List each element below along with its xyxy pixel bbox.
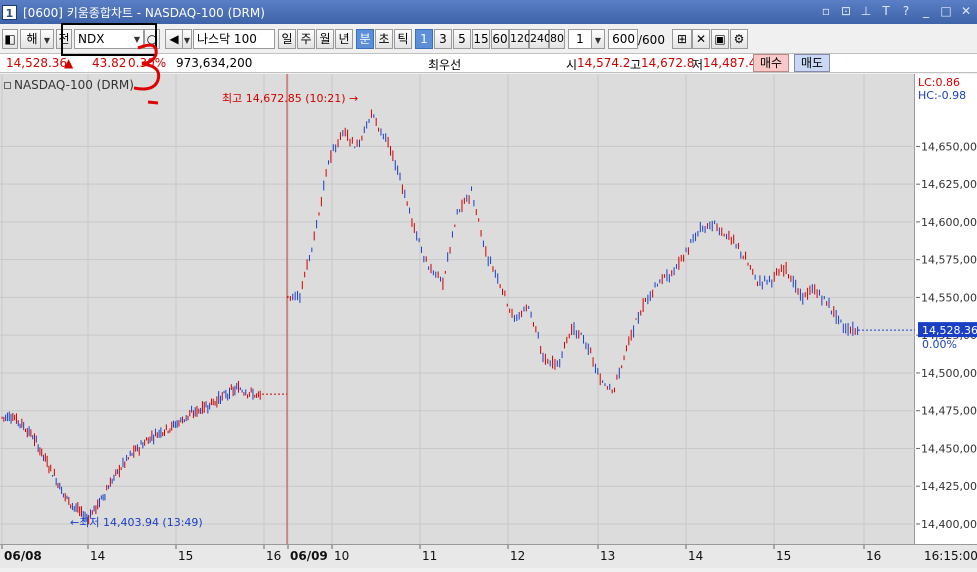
settings-icon[interactable]: ⚙ [730,29,748,49]
interval-240[interactable]: 240 [529,29,551,49]
x-axis: 06/08 14 15 16 06/09 10 11 12 13 14 15 16 16:15:00 [0,544,977,568]
open-label: 시 [566,58,578,72]
maximize-icon[interactable]: □ [939,3,953,19]
interval-1[interactable]: 1 [415,29,433,49]
sell-button[interactable]: 매도 [794,54,830,72]
max-annotation: 최고 14,672.85 (10:21) → [222,92,358,105]
chart-title: NASDAQ-100 (DRM) [4,78,134,92]
low-label: 저 [692,58,704,72]
interval-80[interactable]: 80 [549,29,565,49]
save-icon[interactable]: ▣ [711,29,729,49]
y-tick-label: 14,575,00 [921,254,977,267]
window-title: [0600] 키움종합차트 - NASDAQ-100 (DRM) [23,5,265,20]
lc-label: LC:0.86 [918,76,960,89]
symbol-name-field: 나스닥 100 [193,29,275,49]
open-value: 14,574.2 [577,56,631,70]
period-year[interactable]: 년 [335,29,353,49]
close-icon[interactable]: ✕ [959,3,973,19]
x-tick-label: 15 [178,549,193,563]
x-tick-label: 15 [776,549,791,563]
count-input[interactable]: 600 [608,29,638,49]
interval-15[interactable]: 15 [472,29,490,49]
period-month[interactable]: 월 [316,29,334,49]
y-tick-label: 14,425,00 [921,480,977,493]
y-tick-label: 14,550,00 [921,291,977,304]
chart-area: 최고 14,672.85 (10:21) → ←최저 14,403.94 (13:… [0,74,977,568]
interval-5[interactable]: 5 [453,29,471,49]
x-tick-label: 14 [688,549,703,563]
layout-icon[interactable]: ◧ [2,29,18,49]
x-axis-svg: 06/08 14 15 16 06/09 10 11 12 13 14 15 16 16:15:00 [1,545,977,563]
y-axis: 14,650,00 14,625,00 14,600,00 14,575,00 14,5… [916,74,977,544]
x-tick-label: 14 [90,549,105,563]
x-tick-label: 06/08 [4,549,42,563]
best-label: 최우선 [428,58,462,72]
pin-icon[interactable]: ⊥ [859,3,873,19]
change-amount: 43.82 [92,56,127,70]
chart-type-icon[interactable]: ⊞ [672,29,692,49]
change-arrow: ▲ [64,56,74,70]
text-icon[interactable]: T [879,3,893,19]
high-label: 고 [630,58,642,72]
volume: 973,634,200 [176,56,253,70]
y-tick-label: 14,475,00 [921,405,977,418]
interval-120[interactable]: 120 [509,29,531,49]
period-day[interactable]: 일 [278,29,296,49]
speaker-dropdown-icon[interactable]: ▼ [182,29,192,49]
y-axis-svg: 14,650,00 14,625,00 14,600,00 14,575,00 14,5… [916,76,977,531]
current-pct-label: 0.00% [922,338,957,351]
low-value: 14,487.4 [703,56,757,70]
link-icon[interactable]: ⊡ [839,3,853,19]
period-week[interactable]: 주 [297,29,315,49]
interval-dropdown-icon[interactable]: ▼ [591,29,605,49]
period-tick[interactable]: 틱 [394,29,412,49]
all-toggle[interactable]: 전 [56,29,72,49]
y-tick-label: 14,500,00 [921,367,977,380]
x-tick-label: 06/09 [290,549,328,563]
y-tick-label: 14,625,00 [921,178,977,191]
y-tick-label: 14,600,00 [921,216,977,229]
plot-area[interactable]: 최고 14,672.85 (10:21) → ←최저 14,403.94 (13:… [0,74,915,544]
x-tick-label-time: 16:15:00 [924,549,977,563]
y-tick-label: 14,450,00 [921,442,977,455]
help-icon[interactable]: ? [899,3,913,19]
minimize-icon[interactable]: _ [919,3,933,19]
buy-button[interactable]: 매수 [753,54,789,72]
x-tick-label: 16 [266,549,281,563]
current-price: 14,528.36 [6,56,68,70]
y-tick-label: 14,400,00 [921,518,977,531]
x-tick-label: 13 [600,549,615,563]
min-annotation: ←최저 14,403.94 (13:49) [70,516,203,529]
interval-3[interactable]: 3 [434,29,452,49]
x-tick-label: 11 [422,549,437,563]
current-price-label: 14,528.36 [922,324,977,337]
high-value: 14,672.8 [641,56,695,70]
handwritten-annotation [133,43,161,105]
period-second[interactable]: 초 [375,29,393,49]
x-tick-label: 12 [510,549,525,563]
interval-60[interactable]: 60 [491,29,509,49]
x-tick-label: 10 [334,549,349,563]
interval-input[interactable]: 1 [568,29,592,49]
restore-icon[interactable]: ▫ [819,3,833,19]
hc-label: HC:-0.98 [918,89,966,102]
title-bar: 1 [0600] 키움종합차트 - NASDAQ-100 (DRM) ▫ ⊡ ⊥… [0,0,977,24]
y-tick-label: 14,650,00 [921,140,977,153]
window-number: 1 [2,4,17,20]
period-minute[interactable]: 분 [356,29,374,49]
crosshair-icon[interactable]: ✕ [692,29,710,49]
price-chart-svg: 최고 14,672.85 (10:21) → ←최저 14,403.94 (13:… [0,74,915,544]
count-total: /600 [638,33,665,47]
x-tick-label: 16 [866,549,881,563]
mode-dropdown-icon[interactable]: ▼ [40,29,54,49]
